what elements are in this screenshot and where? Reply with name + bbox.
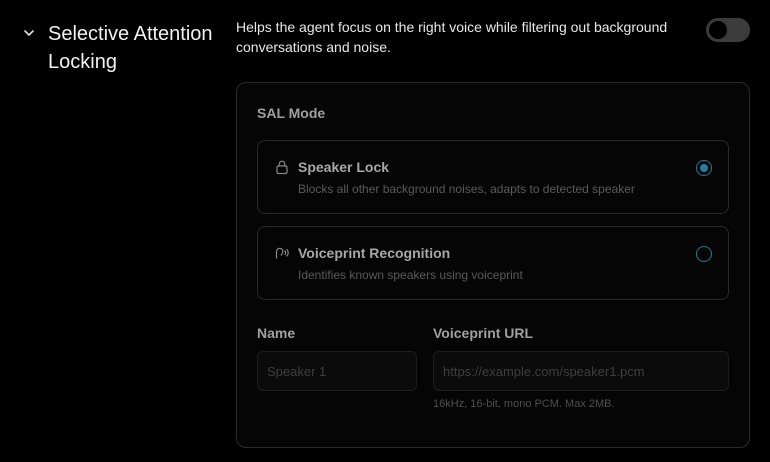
- section-description: Helps the agent focus on the right voice…: [236, 19, 668, 55]
- lock-icon: [276, 160, 288, 175]
- voiceprint-url-input[interactable]: [433, 351, 729, 391]
- toggle-knob: [709, 21, 727, 39]
- sal-toggle[interactable]: [706, 18, 750, 42]
- radio-voiceprint-recognition[interactable]: [696, 246, 712, 262]
- voiceprint-url-hint: 16kHz, 16-bit, mono PCM. Max 2MB.: [433, 398, 615, 410]
- option-voiceprint-recognition[interactable]: Voiceprint Recognition Identifies known …: [257, 226, 729, 300]
- option-title: Speaker Lock: [298, 159, 390, 175]
- name-input[interactable]: [257, 351, 417, 391]
- voiceprint-icon: [275, 247, 289, 259]
- option-speaker-lock[interactable]: Speaker Lock Blocks all other background…: [257, 140, 729, 214]
- voiceprint-url-label: Voiceprint URL: [433, 325, 534, 341]
- sal-mode-label: SAL Mode: [257, 105, 326, 121]
- section-title: Selective Attention Locking: [48, 23, 213, 73]
- option-title: Voiceprint Recognition: [298, 245, 451, 261]
- option-description: Blocks all other background noises, adap…: [298, 182, 635, 196]
- radio-speaker-lock[interactable]: [696, 160, 712, 176]
- option-description: Identifies known speakers using voicepri…: [298, 268, 523, 282]
- chevron-down-icon[interactable]: [22, 26, 36, 40]
- name-label: Name: [257, 325, 296, 341]
- sal-settings-panel: SAL Mode Speaker Lock Blocks all other b…: [236, 82, 750, 448]
